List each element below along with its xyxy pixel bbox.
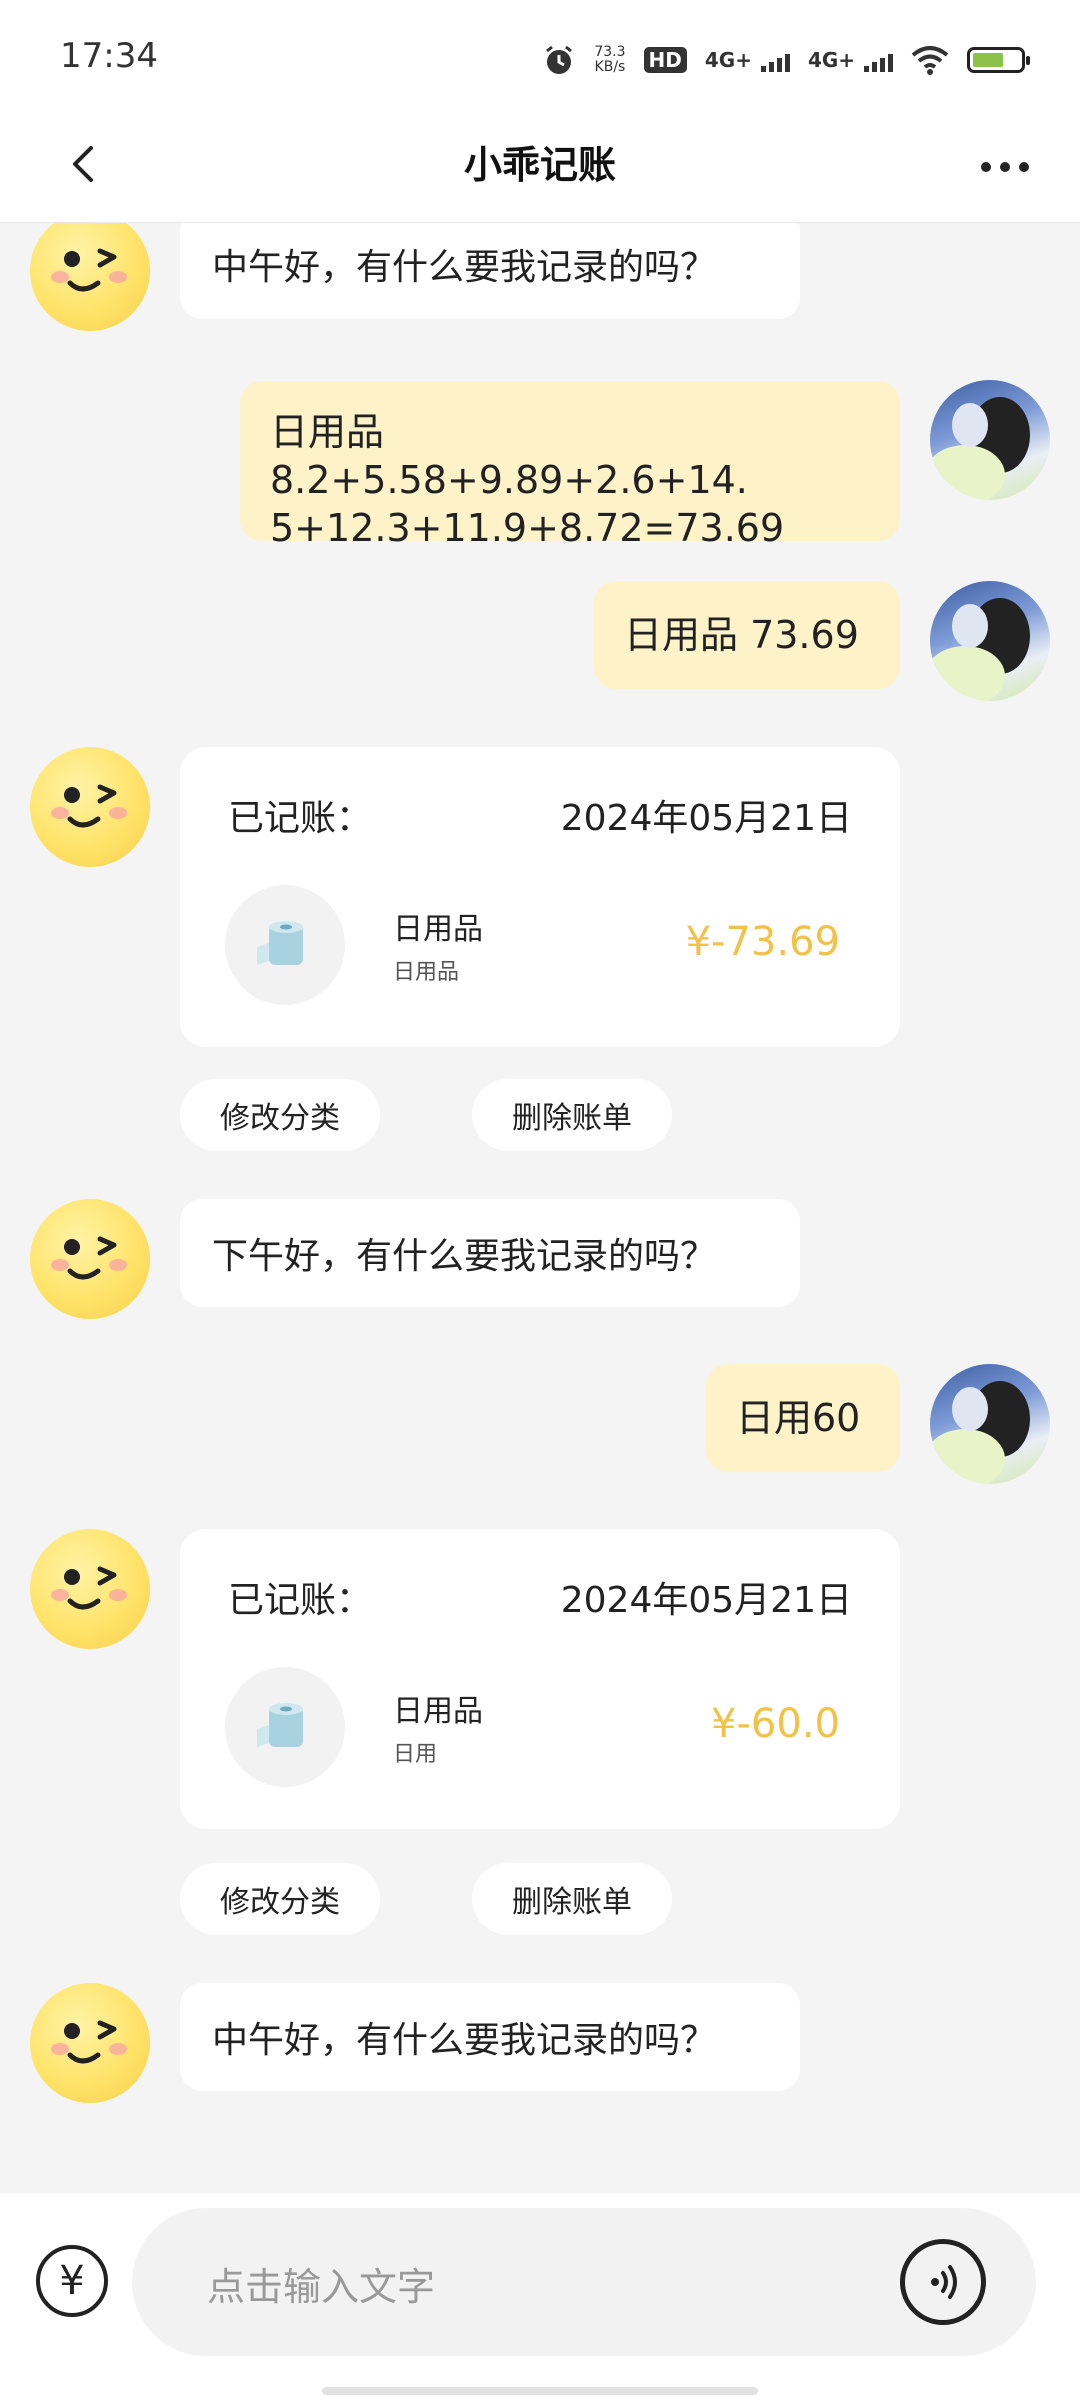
hd-badge: HD — [643, 47, 687, 73]
wink-face-icon — [51, 1236, 127, 1280]
user-message: 日用品 73.69 — [594, 581, 900, 689]
toilet-paper-icon — [257, 1703, 303, 1747]
network-type-2: 4G+ — [807, 48, 856, 72]
input-placeholder: 点击输入文字 — [207, 2265, 436, 2309]
user-avatar[interactable] — [930, 581, 1050, 701]
user-avatar[interactable] — [930, 1364, 1050, 1484]
status-time: 17:34 — [60, 36, 158, 76]
card-label: 已记账： — [228, 798, 373, 839]
card-note: 日用 — [393, 1742, 438, 1767]
user-message-line: 日用品 8.2+5.58+9.89+2.6+14. — [270, 410, 748, 502]
card-label: 已记账： — [228, 1580, 373, 1621]
card-date: 2024年05月21日 — [560, 1580, 852, 1621]
edit-category-button[interactable]: 修改分类 — [180, 1863, 380, 1935]
signal-icon-2: 4G+ — [808, 48, 893, 72]
user-message: 日用60 — [706, 1364, 900, 1472]
user-message-text: 日用品 73.69 — [624, 613, 859, 657]
chat-area[interactable]: 中午好，有什么要我记录的吗？ 日用品 8.2+5.58+9.89+2.6+14.… — [0, 223, 1080, 2193]
message-input[interactable]: 点击输入文字 — [132, 2208, 1036, 2356]
card-amount: ¥-73.69 — [685, 919, 840, 965]
delete-bill-button[interactable]: 删除账单 — [472, 1079, 672, 1151]
card-amount: ¥-60.0 — [711, 1701, 840, 1747]
bill-card[interactable]: 已记账： 2024年05月21日 日用品 日用品 ¥-73.69 — [180, 747, 900, 1047]
bot-message-text: 中午好，有什么要我记录的吗？ — [212, 247, 717, 288]
page-title: 小乖记账 — [463, 143, 616, 187]
bot-message-text: 下午好，有什么要我记录的吗？ — [212, 1236, 717, 1277]
edit-category-button[interactable]: 修改分类 — [180, 1079, 380, 1151]
bot-avatar[interactable] — [30, 223, 150, 331]
status-bar: 17:34 73.3 KB/s HD 4G+ 4G+ — [0, 0, 1080, 110]
card-date: 2024年05月21日 — [560, 798, 852, 839]
bot-avatar[interactable] — [30, 1529, 150, 1649]
user-message-line: 5+12.3+11.9+8.72=73.69 — [270, 506, 785, 550]
input-bar: ¥ 点击输入文字 — [0, 2193, 1080, 2400]
user-photo-icon — [930, 1381, 1030, 1484]
more-dot — [1000, 162, 1010, 172]
wink-face-icon — [51, 248, 127, 292]
user-avatar[interactable] — [930, 380, 1050, 500]
wifi-icon — [911, 46, 949, 75]
wink-face-icon — [51, 1566, 127, 1610]
card-category: 日用品 — [393, 1694, 483, 1729]
bot-message: 下午好，有什么要我记录的吗？ — [180, 1199, 800, 1307]
app-header: 小乖记账 — [0, 110, 1080, 223]
yuan-button[interactable]: ¥ — [36, 2245, 108, 2317]
network-speed-value: 73.3 — [594, 44, 626, 60]
voice-icon — [931, 2265, 957, 2299]
user-message-text: 日用60 — [736, 1396, 861, 1440]
signal-icon: 4G+ — [705, 48, 790, 72]
user-photo-icon — [930, 397, 1030, 500]
user-message: 日用品 8.2+5.58+9.89+2.6+14. 5+12.3+11.9+8.… — [240, 381, 900, 550]
card-category: 日用品 — [393, 912, 483, 947]
battery-icon — [967, 47, 1030, 73]
more-button[interactable] — [970, 142, 1040, 192]
delete-bill-button[interactable]: 删除账单 — [472, 1863, 672, 1935]
alarm-icon — [546, 45, 573, 74]
toilet-paper-icon — [257, 921, 303, 965]
network-type-1: 4G+ — [704, 48, 752, 72]
bot-avatar[interactable] — [30, 1199, 150, 1319]
home-indicator[interactable] — [322, 2387, 758, 2395]
wink-face-icon — [51, 784, 127, 828]
network-speed: 73.3 KB/s — [594, 45, 625, 75]
user-photo-icon — [930, 598, 1030, 701]
more-dots-icon — [981, 162, 991, 172]
network-speed-unit: KB/s — [594, 59, 626, 75]
bot-message: 中午好，有什么要我记录的吗？ — [180, 223, 800, 319]
bill-card[interactable]: 已记账： 2024年05月21日 日用品 日用 ¥-60.0 — [180, 1529, 900, 1829]
yuan-icon: ¥ — [59, 2258, 85, 2304]
more-dot — [1019, 162, 1029, 172]
bot-message: 中午好，有什么要我记录的吗？ — [180, 1983, 800, 2091]
bot-avatar[interactable] — [30, 747, 150, 867]
bot-message-text: 中午好，有什么要我记录的吗？ — [212, 2020, 717, 2061]
card-note: 日用品 — [393, 960, 460, 985]
category-icon-wrap — [225, 885, 345, 1005]
wink-face-icon — [51, 2020, 127, 2064]
category-icon-wrap — [225, 1667, 345, 1787]
voice-button[interactable] — [900, 2239, 986, 2325]
bot-avatar[interactable] — [30, 1983, 150, 2103]
status-icons: 73.3 KB/s HD 4G+ 4G+ — [542, 40, 1030, 80]
